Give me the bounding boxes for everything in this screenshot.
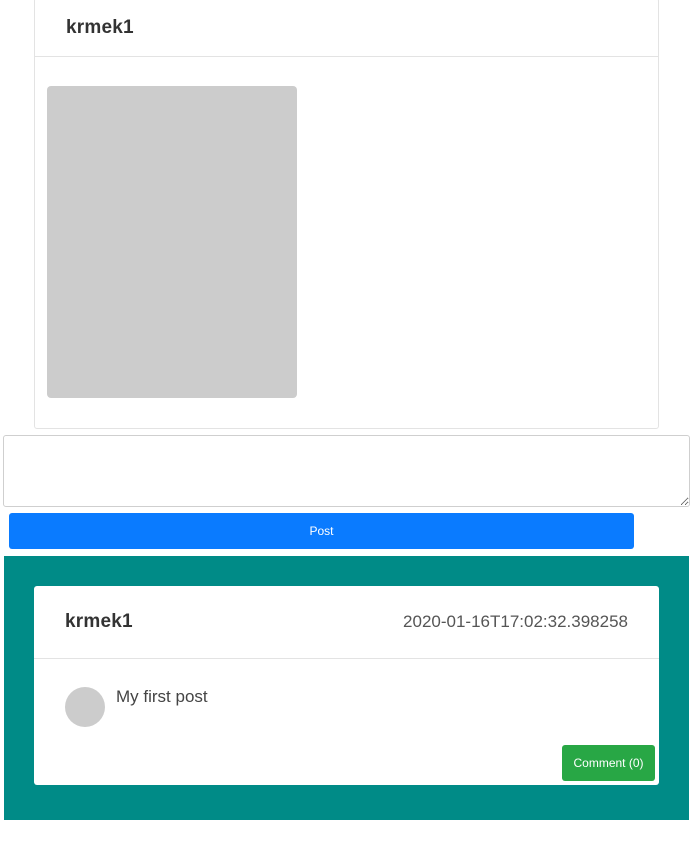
comment-button[interactable]: Comment (0) bbox=[562, 745, 655, 781]
post-feed: krmek1 2020-01-16T17:02:32.398258 My fir… bbox=[4, 556, 689, 820]
post-author: krmek1 bbox=[65, 611, 133, 632]
profile-username: krmek1 bbox=[66, 16, 134, 38]
profile-image-placeholder bbox=[47, 86, 297, 398]
profile-card-header: krmek1 bbox=[35, 0, 658, 57]
post-card: krmek1 2020-01-16T17:02:32.398258 My fir… bbox=[34, 586, 659, 785]
post-timestamp: 2020-01-16T17:02:32.398258 bbox=[403, 612, 628, 631]
post-text: My first post bbox=[116, 687, 208, 706]
post-body: My first post bbox=[34, 659, 659, 727]
post-button[interactable]: Post bbox=[9, 513, 634, 549]
post-card-header: krmek1 2020-01-16T17:02:32.398258 bbox=[34, 586, 659, 659]
profile-card: krmek1 bbox=[34, 0, 659, 429]
post-textarea[interactable] bbox=[3, 435, 690, 507]
avatar bbox=[65, 687, 105, 727]
